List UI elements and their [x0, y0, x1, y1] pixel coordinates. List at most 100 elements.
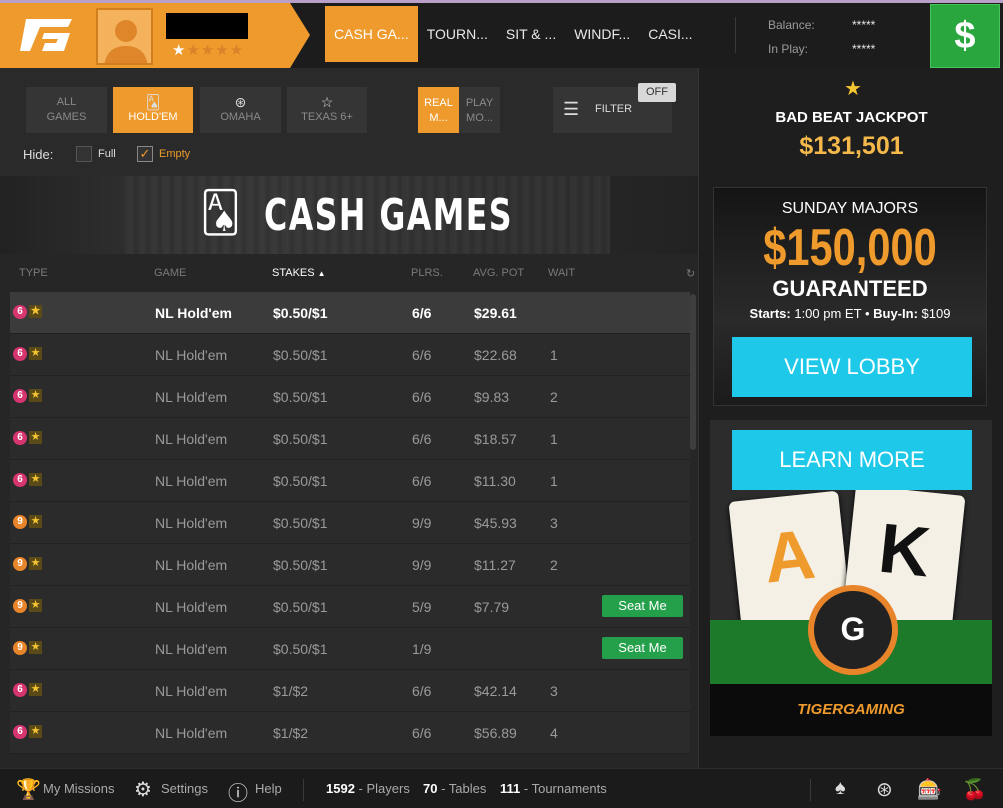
col-game[interactable]: GAME: [154, 267, 186, 279]
hide-empty-label[interactable]: Empty: [159, 148, 190, 160]
avg-pot: $22.68: [474, 347, 517, 363]
cash-games-panel: ALL GAMES 🂡 HOLD'EM ⊛ OMAHA ☆ TEXAS 6+ R…: [0, 68, 698, 768]
filter-label: FILTER: [595, 103, 633, 115]
col-players[interactable]: PLRS.: [411, 267, 443, 279]
col-wait[interactable]: WAIT: [548, 267, 575, 279]
star-icon: ★: [29, 515, 42, 528]
stakes: $0.50/$1: [273, 599, 328, 615]
inplay-value: *****: [852, 42, 876, 56]
seats-badge: 9: [13, 599, 27, 613]
tiger-gaming-promo: A K G LEARN MORE TIGERGAMING: [710, 420, 992, 736]
players: 6/6: [412, 473, 432, 489]
col-type[interactable]: TYPE: [19, 267, 48, 279]
table-row[interactable]: 9 ★ NL Hold'em $0.50/$1 9/9 $11.27 2: [10, 544, 690, 586]
casino-chip-icon[interactable]: ⊛: [876, 777, 893, 802]
avg-pot: $45.93: [474, 515, 517, 531]
gametype-all-games[interactable]: ALL GAMES: [26, 87, 107, 133]
seats-badge: 9: [13, 515, 27, 529]
table-row[interactable]: 9 ★ NL Hold'em $0.50/$1 9/9 $45.93 3: [10, 502, 690, 544]
table-row[interactable]: 6 ★ NL Hold'em $1/$2 6/6 $56.89 4: [10, 712, 690, 754]
table-row[interactable]: 6 ★ NL Hold'em $0.50/$1 6/6 $11.30 1: [10, 460, 690, 502]
avg-pot: $56.89: [474, 725, 517, 741]
table-row[interactable]: 6 ★ NL Hold'em $0.50/$1 6/6 $29.61: [10, 292, 690, 334]
table-row[interactable]: 6 ★ NL Hold'em $1/$2 6/6 $42.14 3: [10, 670, 690, 712]
tab-casino[interactable]: CASI...: [639, 6, 701, 62]
help-link[interactable]: Help: [255, 781, 282, 796]
game-name: NL Hold'em: [155, 347, 228, 363]
mode-play-money[interactable]: PLAY MO...: [459, 87, 500, 133]
star-icon: ★: [29, 557, 42, 570]
tab-cash-games[interactable]: CASH GA...: [325, 6, 418, 62]
hide-full-checkbox[interactable]: [76, 146, 92, 162]
trophy-icon: ★: [844, 78, 862, 100]
seats-badge: 9: [13, 641, 27, 655]
tab-windfall[interactable]: WINDF...: [565, 6, 639, 62]
avg-pot: $11.30: [474, 473, 516, 489]
stakes: $1/$2: [273, 725, 309, 741]
game-name: NL Hold'em: [155, 599, 228, 615]
scrollbar[interactable]: [690, 294, 696, 450]
players: 6/6: [412, 431, 432, 447]
my-missions-link[interactable]: My Missions: [43, 781, 115, 796]
sort-ascending-icon: ▲: [317, 269, 326, 278]
tiger-logo-icon[interactable]: [20, 15, 76, 55]
slot-machine-icon[interactable]: 🎰: [917, 777, 942, 802]
seats-badge: 6: [13, 347, 27, 361]
star-filled-icon: ★: [172, 42, 187, 59]
starts-value: 1:00 pm ET: [794, 306, 862, 321]
wait-count: 1: [550, 473, 558, 489]
hide-empty-checkbox[interactable]: ✓: [137, 146, 153, 162]
table-row[interactable]: 9 ★ NL Hold'em $0.50/$1 1/9 Seat Me: [10, 628, 690, 670]
sliders-icon: ☰: [563, 99, 580, 119]
help-icon[interactable]: ⓘ: [228, 777, 248, 806]
divider: [810, 779, 811, 801]
mode-label: REAL: [424, 97, 453, 109]
refresh-icon[interactable]: ↻: [686, 267, 695, 280]
cherries-icon[interactable]: 🍒: [962, 777, 987, 802]
buyin-value: $109: [921, 306, 951, 321]
tab-tournaments[interactable]: TOURN...: [418, 6, 497, 62]
poker-spade-icon[interactable]: ♠: [835, 777, 846, 800]
mode-real-money[interactable]: REAL M...: [418, 87, 459, 133]
table-row[interactable]: 6 ★ NL Hold'em $0.50/$1 6/6 $22.68 1: [10, 334, 690, 376]
stakes: $0.50/$1: [273, 305, 328, 321]
avg-pot: $7.79: [474, 599, 510, 615]
seat-me-button[interactable]: Seat Me: [602, 637, 683, 659]
stakes: $0.50/$1: [273, 473, 328, 489]
poker-lobby: ★★★★★ CASH GA... TOURN... SIT & ... WIND…: [0, 0, 1003, 808]
view-lobby-button[interactable]: VIEW LOBBY: [732, 337, 972, 397]
seats-badge: 6: [13, 431, 27, 445]
stakes: $0.50/$1: [273, 557, 328, 573]
avg-pot: $11.27: [474, 557, 516, 573]
gear-icon[interactable]: ⚙: [134, 777, 152, 802]
learn-more-button[interactable]: LEARN MORE: [732, 430, 972, 490]
avatar[interactable]: [96, 8, 153, 65]
star-empty-icon: ★★★★: [186, 42, 245, 59]
jackpot-title: BAD BEAT JACKPOT: [775, 109, 928, 126]
star-icon: ☆: [320, 94, 334, 110]
hide-full-label[interactable]: Full: [98, 148, 116, 160]
col-stakes[interactable]: STAKES ▲: [272, 267, 326, 279]
table-header: TYPE GAME STAKES ▲ PLRS. AVG. POT WAIT ↻: [0, 254, 698, 292]
top-bar: ★★★★★ CASH GA... TOURN... SIT & ... WIND…: [0, 0, 1003, 68]
star-icon: ★: [29, 725, 42, 738]
settings-link[interactable]: Settings: [161, 781, 208, 796]
col-avg-pot[interactable]: AVG. POT: [473, 267, 524, 279]
trophy-icon[interactable]: 🏆: [16, 777, 41, 802]
gametype-texas-6plus[interactable]: ☆ TEXAS 6+: [287, 87, 367, 133]
stakes: $0.50/$1: [273, 389, 328, 405]
game-name: NL Hold'em: [155, 683, 228, 699]
table-row[interactable]: 6 ★ NL Hold'em $0.50/$1 6/6 $9.83 2: [10, 376, 690, 418]
gametype-omaha[interactable]: ⊛ OMAHA: [200, 87, 281, 133]
cashier-button[interactable]: $: [930, 4, 1000, 68]
table-row[interactable]: 9 ★ NL Hold'em $0.50/$1 5/9 $7.79 Seat Me: [10, 586, 690, 628]
avg-pot: $42.14: [474, 683, 517, 699]
tab-sit-and-go[interactable]: SIT & ...: [497, 6, 565, 62]
starts-label: Starts:: [749, 306, 791, 321]
table-row[interactable]: 6 ★ NL Hold'em $0.50/$1 6/6 $18.57 1: [10, 418, 690, 460]
promo-panel: ★ BAD BEAT JACKPOT $131,501 SUNDAY MAJOR…: [698, 68, 1003, 768]
mode-label: MO...: [466, 112, 493, 124]
game-name: NL Hold'em: [155, 305, 232, 321]
seat-me-button[interactable]: Seat Me: [602, 595, 683, 617]
gametype-holdem[interactable]: 🂡 HOLD'EM: [113, 87, 193, 133]
